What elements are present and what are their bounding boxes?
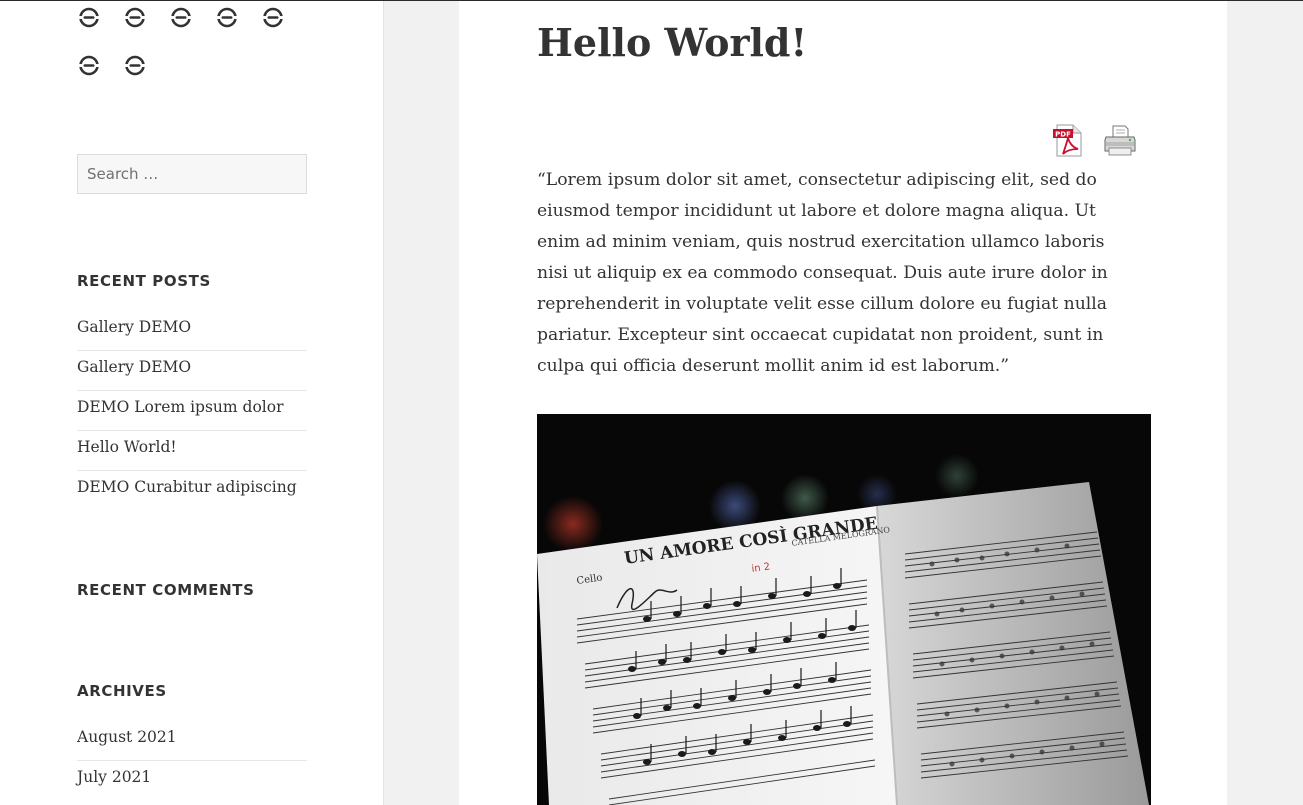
pdf-icon[interactable]: PDF bbox=[1051, 124, 1085, 157]
sidebar: RECENT POSTS Gallery DEMO Gallery DEMO D… bbox=[0, 1, 384, 805]
recent-posts-heading: RECENT POSTS bbox=[77, 272, 211, 290]
post-body: “Lorem ipsum dolor sit amet, consectetur… bbox=[537, 170, 1108, 376]
recent-comments-heading: RECENT COMMENTS bbox=[77, 581, 255, 599]
link-icon[interactable] bbox=[215, 4, 261, 30]
archives-list: August 2021 July 2021 bbox=[77, 721, 307, 801]
list-item: DEMO Curabitur adipiscing bbox=[77, 471, 307, 511]
printer-icon[interactable] bbox=[1103, 124, 1137, 157]
svg-text:PDF: PDF bbox=[1055, 130, 1071, 138]
archives-heading: ARCHIVES bbox=[77, 682, 167, 700]
link-icon[interactable] bbox=[77, 4, 123, 30]
list-item: DEMO Lorem ipsum dolor bbox=[77, 391, 307, 431]
archive-link[interactable]: August 2021 bbox=[77, 721, 307, 746]
social-links-row-1 bbox=[77, 4, 307, 30]
recent-post-link[interactable]: DEMO Curabitur adipiscing bbox=[77, 471, 307, 496]
list-item: July 2021 bbox=[77, 761, 307, 801]
link-icon[interactable] bbox=[123, 4, 169, 30]
list-item: August 2021 bbox=[77, 721, 307, 761]
social-links-row-2 bbox=[77, 52, 169, 78]
archive-link[interactable]: July 2021 bbox=[77, 761, 307, 786]
link-icon[interactable] bbox=[169, 4, 215, 30]
post-title[interactable]: Hello World! bbox=[537, 14, 807, 72]
recent-post-link[interactable]: Hello World! bbox=[77, 431, 307, 456]
recent-post-link[interactable]: DEMO Lorem ipsum dolor bbox=[77, 391, 307, 416]
link-icon[interactable] bbox=[261, 4, 307, 30]
recent-post-link[interactable]: Gallery DEMO bbox=[77, 311, 307, 336]
list-item: Hello World! bbox=[77, 431, 307, 471]
link-icon[interactable] bbox=[123, 52, 169, 78]
post-image: UN AMORE COSÌ GRANDE Cello CATELLA MELOG… bbox=[537, 414, 1151, 805]
link-icon[interactable] bbox=[77, 52, 123, 78]
list-item: Gallery DEMO bbox=[77, 311, 307, 351]
list-item: Gallery DEMO bbox=[77, 351, 307, 391]
search-input[interactable] bbox=[77, 154, 307, 194]
recent-posts-list: Gallery DEMO Gallery DEMO DEMO Lorem ips… bbox=[77, 311, 307, 511]
recent-post-link[interactable]: Gallery DEMO bbox=[77, 351, 307, 376]
